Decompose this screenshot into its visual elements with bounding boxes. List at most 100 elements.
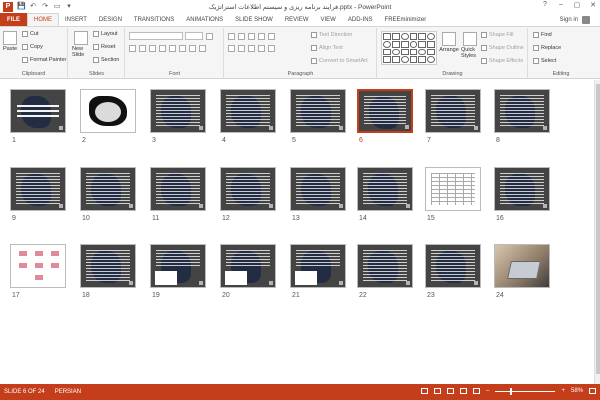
decrease-indent-icon[interactable] (248, 33, 255, 40)
shape-rect[interactable] (427, 40, 435, 48)
slide-thumbnail[interactable] (290, 244, 346, 288)
slide-thumbnail[interactable] (357, 89, 413, 133)
strikethrough-icon[interactable] (169, 45, 176, 52)
minimize-button[interactable]: – (556, 1, 566, 9)
tab-slide-show[interactable]: SLIDE SHOW (229, 13, 279, 26)
align-right-icon[interactable] (248, 45, 255, 52)
reset-button[interactable]: Reset (93, 44, 115, 50)
line-spacing-icon[interactable] (268, 33, 275, 40)
tab-home[interactable]: HOME (27, 13, 59, 26)
text-direction-button[interactable]: Text Direction (311, 32, 352, 38)
format-painter-button[interactable]: Format Painter (22, 57, 66, 63)
slide-thumbnail[interactable] (290, 167, 346, 211)
tab-add-ins[interactable]: ADD-INS (342, 13, 379, 26)
slide-thumbnail[interactable] (150, 244, 206, 288)
align-text-button[interactable]: Align Text (311, 45, 343, 51)
section-button[interactable]: Section (93, 57, 119, 63)
shape-oval[interactable] (418, 48, 427, 56)
shape-rect[interactable] (391, 56, 400, 63)
shape-rect[interactable] (383, 56, 391, 63)
underline-icon[interactable] (149, 45, 156, 52)
slide-thumbnail[interactable] (425, 244, 481, 288)
replace-button[interactable]: Replace (533, 45, 561, 51)
shape-rect[interactable] (383, 48, 391, 56)
slide-thumbnail[interactable] (150, 89, 206, 133)
slide-thumbnail[interactable] (290, 89, 346, 133)
find-button[interactable]: Find (533, 32, 552, 38)
copy-button[interactable]: Copy (22, 44, 43, 50)
notes-icon[interactable] (421, 388, 429, 394)
slide-thumbnail[interactable] (494, 167, 550, 211)
normal-view-icon[interactable] (434, 388, 442, 394)
align-center-icon[interactable] (238, 45, 245, 52)
italic-icon[interactable] (139, 45, 146, 52)
sign-in[interactable]: Sign in (560, 16, 590, 24)
slide-thumbnail[interactable] (220, 244, 276, 288)
zoom-out-button[interactable]: – (486, 388, 489, 394)
layout-button[interactable]: Layout (93, 31, 118, 37)
shape-rect[interactable] (427, 48, 435, 56)
slide-thumbnail[interactable] (80, 167, 136, 211)
customize-qat-icon[interactable]: ▾ (65, 3, 73, 11)
zoom-slider[interactable] (495, 387, 556, 395)
bold-icon[interactable] (129, 45, 136, 52)
columns-icon[interactable] (268, 45, 275, 52)
tab-review[interactable]: REVIEW (279, 13, 315, 26)
justify-icon[interactable] (258, 45, 265, 52)
shape-oval[interactable] (427, 56, 435, 63)
shape-rect[interactable] (409, 48, 418, 56)
undo-icon[interactable]: ↶ (29, 3, 37, 11)
numbering-icon[interactable] (238, 33, 245, 40)
vertical-scrollbar[interactable] (594, 80, 600, 384)
tab-view[interactable]: VIEW (315, 13, 342, 26)
slide-thumbnail[interactable] (10, 244, 66, 288)
redo-icon[interactable]: ↷ (41, 3, 49, 11)
grow-font-icon[interactable] (206, 33, 213, 40)
slide-thumbnail[interactable] (220, 89, 276, 133)
tab-file[interactable]: FILE (0, 13, 27, 26)
shape-oval[interactable] (400, 33, 409, 40)
zoom-slider-knob[interactable] (510, 387, 513, 395)
shape-rect[interactable] (409, 33, 418, 40)
arrange-button[interactable]: Arrange (439, 32, 459, 53)
slide-thumbnail[interactable] (425, 89, 481, 133)
shape-rect[interactable] (418, 56, 427, 63)
close-button[interactable]: ✕ (588, 1, 598, 9)
shape-rect[interactable] (400, 48, 409, 56)
slide-sorter-icon[interactable] (447, 388, 455, 394)
tab-freeminimizer[interactable]: FREEminimizer (379, 13, 433, 26)
shape-oval[interactable] (383, 40, 391, 48)
slide-thumbnail[interactable] (494, 244, 550, 288)
select-button[interactable]: Select (533, 58, 556, 64)
shape-rect[interactable] (400, 40, 409, 48)
quick-styles-button[interactable]: Quick Styles (461, 32, 479, 59)
font-size-combo[interactable] (185, 32, 203, 40)
tab-insert[interactable]: INSERT (59, 13, 93, 26)
shape-rect[interactable] (391, 40, 400, 48)
maximize-button[interactable]: ▢ (572, 1, 582, 9)
tab-animations[interactable]: ANIMATIONS (180, 13, 229, 26)
cut-button[interactable]: Cut (22, 31, 39, 37)
slide-thumbnail[interactable] (80, 244, 136, 288)
align-left-icon[interactable] (228, 45, 235, 52)
slide-thumbnail[interactable] (494, 89, 550, 133)
slide-thumbnail[interactable] (10, 89, 66, 133)
slide-thumbnail[interactable] (357, 244, 413, 288)
zoom-level[interactable]: 58% (571, 388, 583, 394)
shape-rect[interactable] (391, 33, 400, 40)
char-spacing-icon[interactable] (179, 45, 186, 52)
change-case-icon[interactable] (189, 45, 196, 52)
shape-rect[interactable] (418, 40, 427, 48)
slide-thumbnail[interactable] (220, 167, 276, 211)
shape-outline-button[interactable]: Shape Outline (481, 45, 524, 51)
shape-effects-button[interactable]: Shape Effects (481, 58, 523, 64)
help-button[interactable]: ? (540, 1, 550, 9)
new-slide-button[interactable]: New Slide (72, 31, 90, 58)
slide-thumbnail[interactable] (425, 167, 481, 211)
save-icon[interactable]: 💾 (17, 3, 26, 11)
slide-thumbnail[interactable] (150, 167, 206, 211)
increase-indent-icon[interactable] (258, 33, 265, 40)
slideshow-icon[interactable] (473, 388, 481, 394)
shape-oval[interactable] (391, 48, 400, 56)
shapes-gallery[interactable] (381, 31, 437, 65)
